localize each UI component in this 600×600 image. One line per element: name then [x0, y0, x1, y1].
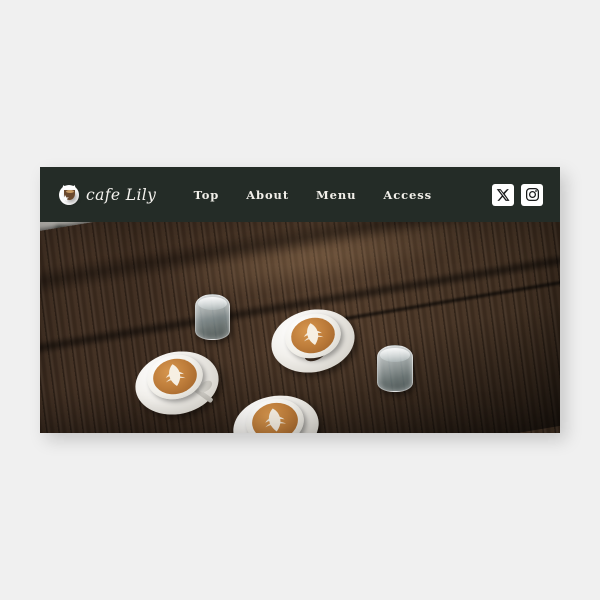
- page-root: cafe Lily Top About Menu Access: [0, 0, 600, 600]
- hero-photo: [40, 222, 560, 433]
- social-links: [492, 183, 543, 206]
- nav-item-access[interactable]: Access: [383, 188, 432, 202]
- instagram-icon: [525, 187, 540, 202]
- brand-name: cafe Lily: [86, 185, 157, 204]
- main-nav: Top About Menu Access: [194, 183, 543, 206]
- photo-water-glass-1: [195, 294, 230, 340]
- nav-item-menu[interactable]: Menu: [316, 188, 356, 202]
- cat-coffee-cup-icon: [59, 183, 79, 205]
- site-card: cafe Lily Top About Menu Access: [40, 167, 560, 433]
- photo-water-glass-2: [377, 345, 413, 392]
- nav-item-top[interactable]: Top: [194, 188, 220, 202]
- nav-item-about[interactable]: About: [246, 188, 289, 202]
- social-link-x[interactable]: [492, 183, 514, 206]
- site-header: cafe Lily Top About Menu Access: [40, 167, 560, 222]
- x-twitter-icon: [496, 188, 510, 202]
- social-link-instagram[interactable]: [521, 183, 543, 206]
- brand-logo[interactable]: cafe Lily: [59, 183, 157, 205]
